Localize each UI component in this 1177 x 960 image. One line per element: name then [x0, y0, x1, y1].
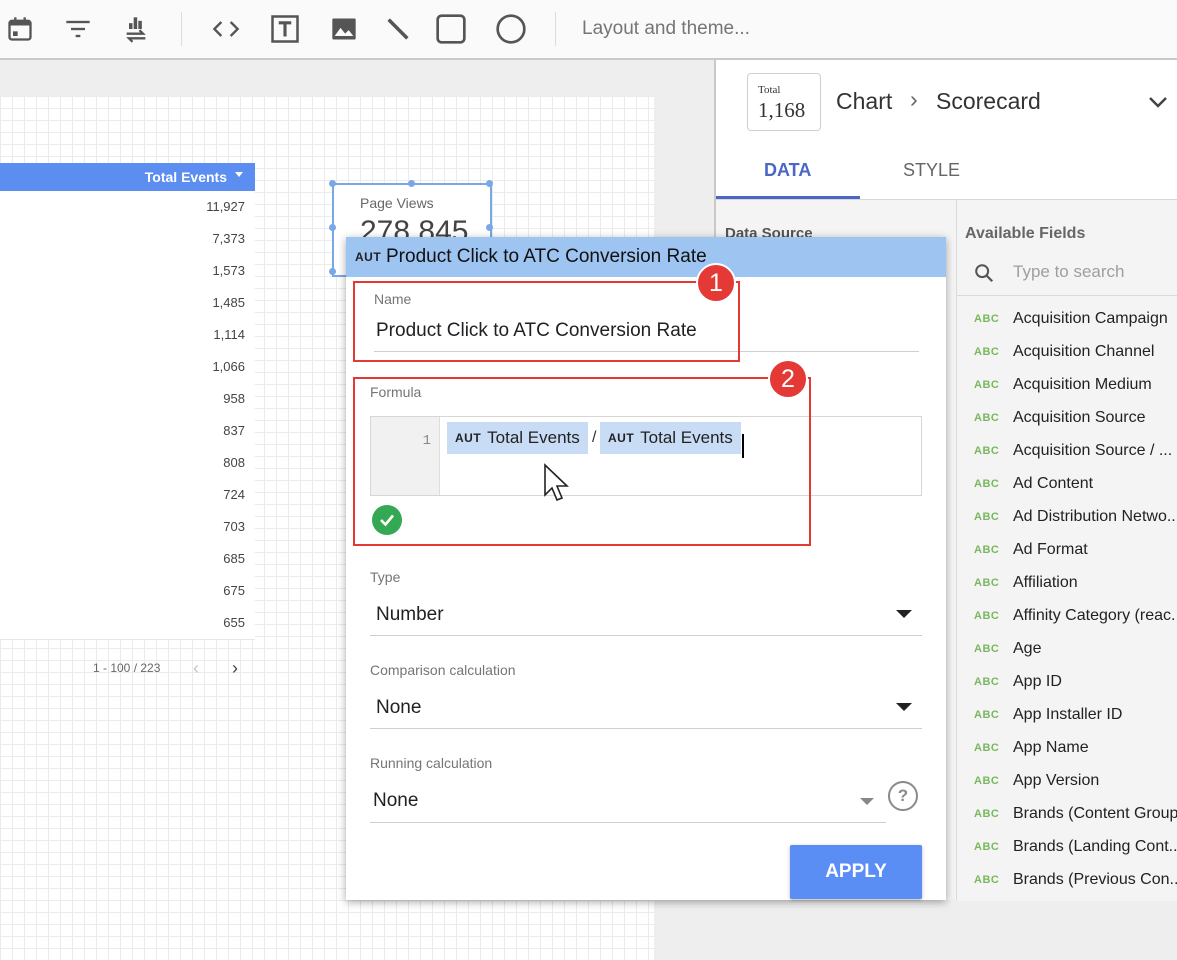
- toolbar-divider: [181, 12, 182, 46]
- scorecard-label: Page Views: [360, 195, 434, 211]
- help-icon[interactable]: ?: [888, 781, 918, 811]
- sort-desc-icon[interactable]: [235, 172, 243, 177]
- aut-type-icon: AUT: [355, 250, 382, 264]
- resize-handle[interactable]: [486, 180, 493, 187]
- type-label: Type: [370, 569, 401, 585]
- table-row: 1,066: [0, 351, 255, 384]
- table-row: 837: [0, 415, 255, 448]
- dropdown-arrow-icon[interactable]: [896, 610, 912, 618]
- table-header-total-events[interactable]: Total Events: [0, 163, 255, 191]
- apply-button[interactable]: APPLY: [790, 845, 922, 899]
- list-item[interactable]: ABC Acquisition Source / ...: [974, 436, 1177, 469]
- dialog-title: Product Click to ATC Conversion Rate: [386, 246, 707, 267]
- layout-theme-button[interactable]: Layout and theme...: [582, 18, 750, 40]
- list-item[interactable]: ABC Brands (Content Group): [974, 799, 1177, 832]
- type-underline: [370, 635, 922, 636]
- data-control-icon[interactable]: [120, 12, 152, 46]
- table-row: 675: [0, 575, 255, 608]
- running-label: Running calculation: [370, 755, 493, 771]
- list-item[interactable]: ABC Age: [974, 634, 1177, 667]
- list-item[interactable]: ABC Brands (Landing Cont...: [974, 832, 1177, 865]
- list-item[interactable]: ABC Ad Distribution Netwo...: [974, 502, 1177, 535]
- table-row: 1,573: [0, 255, 255, 288]
- comparison-label: Comparison calculation: [370, 662, 516, 678]
- table-row: 7,373: [0, 223, 255, 256]
- dropdown-arrow-icon[interactable]: [860, 798, 874, 805]
- table-row: 1,485: [0, 287, 255, 320]
- resize-handle[interactable]: [486, 224, 493, 231]
- table-row: 703: [0, 511, 255, 544]
- text-icon[interactable]: [269, 12, 301, 46]
- list-item[interactable]: ABC Affiliation: [974, 568, 1177, 601]
- tab-style[interactable]: STYLE: [903, 160, 960, 181]
- tab-data[interactable]: DATA: [764, 160, 811, 181]
- image-icon[interactable]: [328, 12, 360, 46]
- chevron-right-icon: ›: [910, 86, 918, 112]
- field-search[interactable]: Type to search: [965, 258, 1177, 288]
- rectangle-icon[interactable]: [435, 12, 467, 46]
- list-item[interactable]: ABC App Installer ID: [974, 700, 1177, 733]
- breadcrumb-scorecard: Scorecard: [936, 88, 1041, 114]
- running-underline: [370, 822, 886, 823]
- list-item[interactable]: ABC Ad Content: [974, 469, 1177, 502]
- calendar-icon[interactable]: [4, 12, 36, 46]
- chevron-down-icon[interactable]: [1146, 90, 1170, 119]
- table-row: 808: [0, 447, 255, 480]
- toolbar-divider: [555, 12, 556, 46]
- list-item[interactable]: ABC App Name: [974, 733, 1177, 766]
- table-pagination-text: 1 - 100 / 223: [93, 661, 161, 675]
- list-item[interactable]: ABC Ad Format: [974, 535, 1177, 568]
- list-item[interactable]: ABC Affinity Category (reac...: [974, 601, 1177, 634]
- available-fields-label: Available Fields: [965, 225, 1086, 242]
- available-fields-column: Available Fields Type to search ABC Acqui…: [957, 200, 1177, 901]
- highlight-box-name: [353, 281, 740, 362]
- toolbar: Layout and theme...: [0, 0, 1177, 60]
- mouse-pointer-icon: [544, 463, 569, 502]
- type-select[interactable]: Number: [376, 604, 444, 626]
- dropdown-arrow-icon[interactable]: [896, 703, 912, 711]
- circle-icon[interactable]: [495, 12, 527, 46]
- list-item[interactable]: ABC Brands (Previous Con...: [974, 865, 1177, 898]
- prev-page-icon[interactable]: ‹: [193, 658, 199, 679]
- comparison-underline: [370, 728, 922, 729]
- list-item[interactable]: ABC Acquisition Campaign: [974, 304, 1177, 337]
- step-badge-2: 2: [768, 359, 808, 399]
- resize-handle[interactable]: [408, 180, 415, 187]
- breadcrumb-chart: Chart: [836, 88, 893, 114]
- resize-handle[interactable]: [329, 180, 336, 187]
- step-badge-1: 1: [696, 263, 736, 303]
- field-list: ABC Acquisition Campaign ABC Acquisition C…: [957, 295, 1177, 901]
- line-icon[interactable]: [382, 12, 414, 46]
- table-row: 685: [0, 543, 255, 576]
- search-icon: [975, 264, 994, 283]
- table-row: 958: [0, 383, 255, 416]
- comparison-select[interactable]: None: [376, 697, 421, 719]
- filter-icon[interactable]: [62, 12, 94, 46]
- list-item[interactable]: ABC Acquisition Channel: [974, 337, 1177, 370]
- table-row: 11,927: [0, 191, 255, 224]
- table-row: 724: [0, 479, 255, 512]
- list-item[interactable]: ABC App Version: [974, 766, 1177, 799]
- running-select[interactable]: None: [373, 790, 418, 812]
- table-row: 1,114: [0, 319, 255, 352]
- chart-type-thumbnail[interactable]: Total 1,168: [747, 73, 821, 131]
- list-item[interactable]: ABC Acquisition Source: [974, 403, 1177, 436]
- column-header-label: Total Events: [144, 169, 227, 185]
- code-icon[interactable]: [210, 12, 242, 46]
- table-row: 655: [0, 607, 255, 640]
- dialog-header: AUT Product Click to ATC Conversion Rate: [346, 237, 946, 277]
- resize-handle[interactable]: [329, 224, 336, 231]
- search-input[interactable]: Type to search: [1013, 262, 1125, 282]
- list-item[interactable]: ABC Acquisition Medium: [974, 370, 1177, 403]
- highlight-box-formula: [353, 377, 811, 546]
- next-page-icon[interactable]: ›: [232, 658, 238, 679]
- resize-handle[interactable]: [329, 268, 336, 275]
- list-item[interactable]: ABC App ID: [974, 667, 1177, 700]
